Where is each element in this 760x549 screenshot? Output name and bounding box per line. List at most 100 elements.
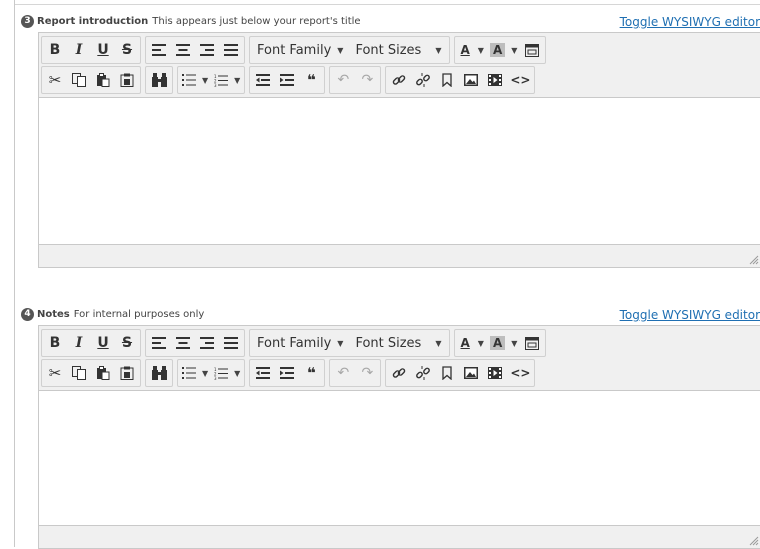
blockquote-button[interactable]: ❝ xyxy=(299,361,323,385)
bookmark-icon xyxy=(442,366,452,380)
image-icon xyxy=(464,74,479,86)
find-replace-button[interactable] xyxy=(147,68,171,92)
align-center-icon xyxy=(176,44,190,56)
toggle-wysiwyg-link[interactable]: Toggle WYSIWYG editor xyxy=(620,14,760,31)
indent-group: ❝ xyxy=(249,359,326,387)
background-color-button[interactable]: A ▼ xyxy=(487,331,520,355)
underline-button[interactable]: U xyxy=(91,38,115,62)
unlink-button[interactable] xyxy=(411,361,435,385)
media-icon xyxy=(488,367,503,379)
report-introduction-section: 3 Report introduction This appears just b… xyxy=(21,13,760,268)
paste-text-button[interactable] xyxy=(115,361,139,385)
italic-button[interactable]: I xyxy=(67,331,91,355)
copy-button[interactable] xyxy=(67,68,91,92)
bold-button[interactable]: B xyxy=(43,331,67,355)
section-title-text: Report introduction xyxy=(37,16,149,27)
bullet-list-icon xyxy=(182,367,196,379)
unlink-button[interactable] xyxy=(411,68,435,92)
fullscreen-button[interactable] xyxy=(520,38,544,62)
chevron-down-icon: ▼ xyxy=(511,45,518,55)
align-right-button[interactable] xyxy=(195,331,219,355)
resize-handle-icon[interactable] xyxy=(749,536,759,546)
chevron-down-icon: ▼ xyxy=(202,368,209,378)
list-group: ▼ 123 ▼ xyxy=(177,66,246,94)
text-color-button[interactable]: A ▼ xyxy=(456,331,487,355)
indent-button[interactable] xyxy=(275,68,299,92)
redo-button[interactable]: ↷ xyxy=(355,361,379,385)
paste-button[interactable] xyxy=(91,68,115,92)
toolbar-row-1: B I U S Font Family ▼ Font Sizes ▼ A ▼ A… xyxy=(41,328,760,358)
insert-image-button[interactable] xyxy=(459,361,483,385)
chevron-down-icon: ▼ xyxy=(337,338,344,348)
align-right-button[interactable] xyxy=(195,38,219,62)
find-replace-button[interactable] xyxy=(147,361,171,385)
color-group: A ▼ A ▼ xyxy=(453,329,547,357)
align-left-button[interactable] xyxy=(147,331,171,355)
page-left-rule xyxy=(14,0,15,547)
font-family-select[interactable]: Font Family ▼ xyxy=(251,38,349,62)
italic-button[interactable]: I xyxy=(67,38,91,62)
section-hint: This appears just below your report's ti… xyxy=(152,16,361,27)
outdent-button[interactable] xyxy=(251,361,275,385)
strikethrough-button[interactable]: S xyxy=(115,331,139,355)
cut-button[interactable]: ✂ xyxy=(43,68,67,92)
chevron-down-icon: ▼ xyxy=(511,338,518,348)
align-center-button[interactable] xyxy=(171,38,195,62)
chevron-down-icon: ▼ xyxy=(202,75,209,85)
align-center-button[interactable] xyxy=(171,331,195,355)
align-left-button[interactable] xyxy=(147,38,171,62)
bookmark-button[interactable] xyxy=(435,68,459,92)
source-code-button[interactable]: <> xyxy=(507,68,533,92)
resize-handle-icon[interactable] xyxy=(749,255,759,265)
media-icon xyxy=(488,74,503,86)
chevron-down-icon: ▼ xyxy=(435,45,442,55)
blockquote-button[interactable]: ❝ xyxy=(299,68,323,92)
align-justify-button[interactable] xyxy=(219,38,243,62)
font-select-group: Font Family ▼ Font Sizes ▼ xyxy=(249,329,450,357)
outdent-button[interactable] xyxy=(251,68,275,92)
font-sizes-select[interactable]: Font Sizes ▼ xyxy=(349,331,447,355)
background-color-button[interactable]: A ▼ xyxy=(487,38,520,62)
unlink-icon xyxy=(416,366,431,380)
editor-statusbar xyxy=(39,244,760,267)
editor-toolbar: B I U S Font Family ▼ Font Sizes ▼ A ▼ A… xyxy=(39,33,760,98)
chevron-down-icon: ▼ xyxy=(435,338,442,348)
font-sizes-select[interactable]: Font Sizes ▼ xyxy=(349,38,447,62)
copy-icon xyxy=(72,366,86,380)
fullscreen-button[interactable] xyxy=(520,331,544,355)
cut-button[interactable]: ✂ xyxy=(43,361,67,385)
undo-button[interactable]: ↶ xyxy=(331,68,355,92)
redo-button[interactable]: ↷ xyxy=(355,68,379,92)
text-color-button[interactable]: A ▼ xyxy=(456,38,487,62)
align-left-icon xyxy=(152,44,166,56)
bullet-list-button[interactable]: ▼ xyxy=(179,361,211,385)
bookmark-button[interactable] xyxy=(435,361,459,385)
editor-content-area[interactable] xyxy=(39,98,760,221)
indent-button[interactable] xyxy=(275,361,299,385)
undo-button[interactable]: ↶ xyxy=(331,361,355,385)
copy-button[interactable] xyxy=(67,361,91,385)
insert-media-button[interactable] xyxy=(483,361,507,385)
toggle-wysiwyg-link[interactable]: Toggle WYSIWYG editor xyxy=(620,307,760,324)
bold-button[interactable]: B xyxy=(43,38,67,62)
paste-button[interactable] xyxy=(91,361,115,385)
indent-group: ❝ xyxy=(249,66,326,94)
font-family-select[interactable]: Font Family ▼ xyxy=(251,331,349,355)
paste-text-icon xyxy=(120,73,134,87)
editor-content-area[interactable] xyxy=(39,391,760,513)
color-group: A ▼ A ▼ xyxy=(453,36,547,64)
link-icon xyxy=(393,368,406,378)
align-justify-button[interactable] xyxy=(219,331,243,355)
numbered-list-button[interactable]: 123 ▼ xyxy=(211,68,243,92)
strikethrough-button[interactable]: S xyxy=(115,38,139,62)
underline-button[interactable]: U xyxy=(91,331,115,355)
source-code-button[interactable]: <> xyxy=(507,361,533,385)
insert-image-button[interactable] xyxy=(459,68,483,92)
link-button[interactable] xyxy=(387,68,411,92)
numbered-list-button[interactable]: 123 ▼ xyxy=(211,361,243,385)
bullet-list-button[interactable]: ▼ xyxy=(179,68,211,92)
link-button[interactable] xyxy=(387,361,411,385)
paste-text-button[interactable] xyxy=(115,68,139,92)
insert-media-button[interactable] xyxy=(483,68,507,92)
chevron-down-icon: ▼ xyxy=(477,338,484,348)
